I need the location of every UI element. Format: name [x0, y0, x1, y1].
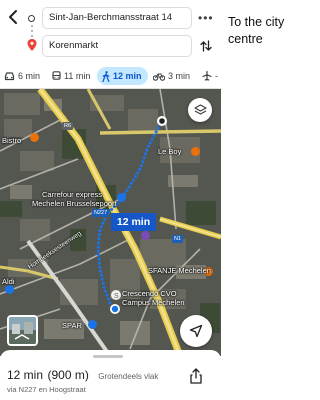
more-options-icon[interactable]: •••: [198, 12, 214, 24]
side-note-caption: To the city centre: [228, 15, 285, 46]
mode-tab-bike[interactable]: 3 min: [153, 67, 190, 85]
shopping-cart-poi-icon[interactable]: [117, 193, 126, 202]
mode-tab-walk[interactable]: 12 min: [97, 67, 148, 85]
poi-marker-icon[interactable]: [141, 231, 150, 240]
road-shield-r6: R6: [62, 122, 74, 130]
route-time-badge[interactable]: 12 min: [111, 213, 156, 231]
map-label-bistro: Bistro: [2, 136, 22, 145]
street-view-thumbnail[interactable]: [7, 315, 38, 346]
layers-icon: [193, 103, 207, 115]
mode-tab-flight[interactable]: -: [202, 67, 218, 85]
map-label-spar: SPAR: [62, 321, 82, 330]
route-summary-sheet[interactable]: 12 min (900 m) Grotendeels vlak via N227…: [0, 350, 221, 400]
restaurant-poi-icon[interactable]: [30, 133, 39, 142]
map-layers-button[interactable]: [188, 98, 212, 122]
svg-text:S: S: [114, 293, 119, 300]
street-view-image: [9, 317, 36, 344]
map-label-crescendo-sub: Campus Mechelen: [122, 298, 185, 307]
shopping-cart-poi-icon[interactable]: [5, 285, 14, 294]
mode-tab-transit[interactable]: 11 min: [52, 67, 90, 85]
map-view[interactable]: S Bistro Le Boy Carrefour express Mechel…: [0, 89, 221, 356]
map-label-crescendo: Crescendo CVO: [122, 289, 177, 298]
swap-direction-icon[interactable]: [200, 39, 212, 53]
map-label-aldi: Aldi: [2, 277, 15, 286]
walk-icon: [102, 70, 110, 82]
car-icon: [4, 71, 15, 80]
map-label-le-boy: Le Boy: [158, 147, 182, 156]
sheet-drag-handle[interactable]: [93, 355, 123, 358]
mode-label: 3 min: [168, 71, 191, 81]
bike-icon: [153, 73, 165, 81]
origin-marker-icon: [28, 15, 35, 22]
plane-icon: [202, 71, 212, 81]
route-terrain: Grotendeels vlak: [98, 372, 159, 381]
restaurant-poi-icon[interactable]: [191, 147, 200, 156]
destination-field[interactable]: Korenmarkt: [42, 35, 192, 57]
route-distance: (900 m): [47, 368, 89, 382]
route-via: via N227 en Hoogstraat: [7, 385, 86, 394]
map-label-sfanje: SFANJE Mechelen: [148, 266, 211, 275]
navigation-arrow-icon: [189, 324, 203, 338]
mode-label: -: [215, 71, 218, 81]
map-label-carrefour-sub: Mechelen Brusselsepoort: [32, 199, 117, 208]
mode-label: 6 min: [18, 71, 41, 81]
route-duration: 12 min: [7, 368, 44, 382]
back-arrow-icon[interactable]: [6, 9, 20, 25]
map-label-carrefour: Carrefour express: [42, 190, 103, 199]
share-icon[interactable]: [189, 368, 203, 384]
road-shield-n227: N227: [92, 209, 110, 217]
road-shield-n1: N1: [172, 235, 184, 243]
bus-icon: [52, 71, 61, 80]
origin-field[interactable]: Sint-Jan-Berchmansstraat 14: [42, 7, 192, 29]
destination-pin-icon: [27, 39, 37, 51]
route-summary: 12 min (900 m) Grotendeels vlak: [7, 366, 158, 384]
start-navigation-button[interactable]: [180, 315, 212, 347]
travel-mode-tabs: 6 min 11 min 12 min 3 min -: [0, 67, 221, 87]
mode-tab-car[interactable]: 6 min: [4, 67, 40, 85]
maps-screen: Sint-Jan-Berchmansstraat 14 Korenmarkt •…: [0, 0, 221, 400]
mode-label: 12 min: [113, 71, 142, 81]
mode-label: 11 min: [64, 71, 91, 81]
shopping-cart-poi-icon[interactable]: [88, 320, 97, 329]
